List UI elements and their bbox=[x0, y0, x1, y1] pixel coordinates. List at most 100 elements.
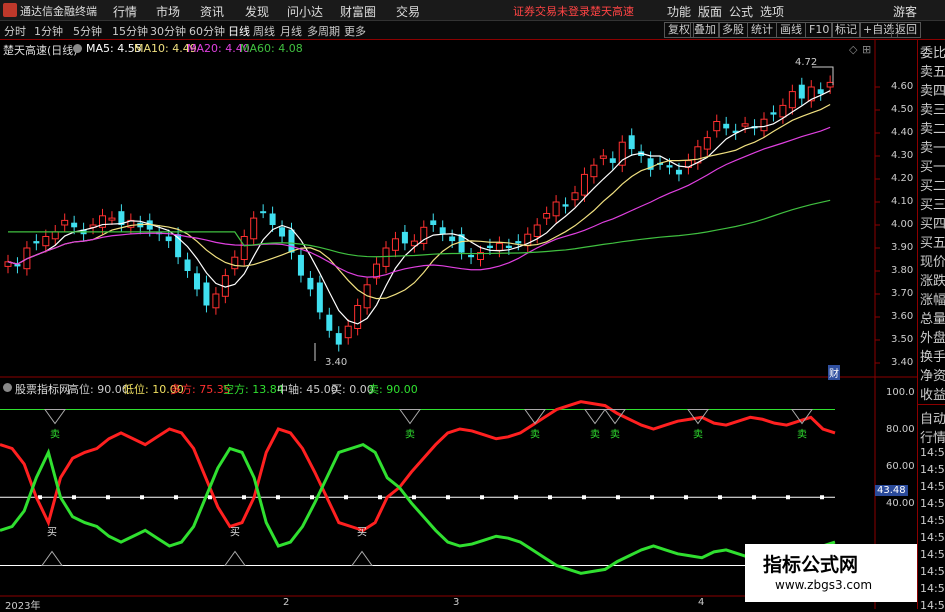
candle-body bbox=[817, 89, 824, 94]
candle-body bbox=[71, 222, 78, 228]
menu-trade[interactable]: 交易 bbox=[396, 3, 420, 20]
candle-body bbox=[269, 213, 276, 225]
tab-15min[interactable]: 15分钟 bbox=[112, 23, 148, 39]
sell-signal-triangle bbox=[44, 409, 66, 425]
candle-body bbox=[260, 211, 267, 214]
rp-item: 买二 bbox=[920, 179, 945, 194]
candle-body bbox=[798, 84, 805, 99]
menu-market[interactable]: 市场 bbox=[156, 3, 180, 20]
multi-stock-button[interactable]: 多股 bbox=[718, 22, 748, 38]
price-tick: 4.40 bbox=[891, 127, 914, 138]
rp-item: 现价 bbox=[920, 255, 945, 270]
menu-quotes[interactable]: 行情 bbox=[113, 3, 137, 20]
candle-body bbox=[533, 224, 541, 237]
watermark-banner: 指标公式网 www.zbgs3.com bbox=[745, 544, 917, 602]
mid-dot bbox=[684, 495, 688, 500]
tab-weekly[interactable]: 周线 bbox=[253, 23, 275, 39]
price-tick: 3.50 bbox=[891, 334, 914, 345]
login-warning[interactable]: 证券交易未登录 bbox=[513, 3, 590, 19]
candle-body bbox=[401, 231, 408, 244]
price-tick: 3.80 bbox=[891, 265, 914, 276]
rp-item: 外盘 bbox=[920, 331, 945, 346]
candle-body bbox=[439, 227, 446, 235]
buy-signal-triangle bbox=[224, 550, 246, 566]
rp-item: 换手 bbox=[920, 350, 945, 365]
candle-body bbox=[770, 112, 777, 115]
rp-item: 买五 bbox=[920, 236, 945, 251]
kline-chart[interactable]: 卖卖卖卖卖卖卖买买买 bbox=[0, 40, 917, 609]
candle-body bbox=[288, 229, 295, 253]
tick-time: 14:50 bbox=[920, 463, 945, 476]
price-tick: 4.00 bbox=[891, 219, 914, 230]
candle-body bbox=[344, 325, 352, 339]
guest-label[interactable]: 游客 bbox=[893, 3, 917, 20]
tab-5min[interactable]: 5分钟 bbox=[73, 23, 102, 39]
tab-1min[interactable]: 1分钟 bbox=[34, 23, 63, 39]
quote-tab[interactable]: 行情 bbox=[920, 427, 945, 446]
sell-signal-label: 卖 bbox=[590, 429, 600, 441]
candle-body bbox=[165, 236, 172, 242]
mid-dot bbox=[650, 495, 654, 500]
tick-time: 14:50 bbox=[920, 548, 945, 561]
title-bar: 通达信金融终端 行情 市场 资讯 发现 问小达 财富圈 交易 证券交易未登录 楚… bbox=[0, 0, 945, 21]
candle-body bbox=[628, 135, 635, 150]
menu-options[interactable]: 选项 bbox=[760, 3, 784, 20]
menu-discover[interactable]: 发现 bbox=[245, 3, 269, 20]
menu-layout[interactable]: 版面 bbox=[698, 3, 722, 20]
rp-item: 买一 bbox=[920, 160, 945, 175]
candle-body bbox=[203, 282, 210, 306]
menu-news[interactable]: 资讯 bbox=[200, 3, 224, 20]
sell-signal-triangle bbox=[399, 409, 421, 425]
tick-time: 14:50 bbox=[920, 446, 945, 459]
sell-signal-label: 卖 bbox=[693, 429, 703, 441]
tab-multi[interactable]: 多周期 bbox=[307, 23, 340, 39]
rp-item: 买三 bbox=[920, 198, 945, 213]
f10-button[interactable]: F10 bbox=[805, 22, 834, 38]
x-tick: 2023年 bbox=[5, 601, 41, 612]
back-button[interactable]: 返回 bbox=[891, 22, 921, 38]
candle-body bbox=[788, 91, 796, 109]
finance-badge[interactable]: 财 bbox=[828, 365, 840, 380]
menu-function[interactable]: 功能 bbox=[667, 3, 691, 20]
price-tick: 3.70 bbox=[891, 288, 914, 299]
tab-daily[interactable]: 日线 bbox=[228, 23, 250, 39]
app-logo bbox=[3, 3, 17, 17]
mid-dot bbox=[174, 495, 178, 500]
watermark-url: www.zbgs3.com bbox=[775, 578, 873, 592]
ind-tick: 40.00 bbox=[886, 498, 915, 509]
tick-time: 14:50 bbox=[920, 531, 945, 544]
stats-button[interactable]: 统计 bbox=[747, 22, 777, 38]
menu-wealth[interactable]: 财富圈 bbox=[340, 3, 376, 20]
candle-body bbox=[580, 173, 588, 196]
mid-dot bbox=[208, 495, 212, 500]
mid-dot bbox=[276, 495, 280, 500]
tab-30min[interactable]: 30分钟 bbox=[150, 23, 186, 39]
candle-body bbox=[666, 165, 673, 168]
rp-item: 收益 bbox=[920, 388, 945, 403]
rp-item: 卖五 bbox=[920, 65, 945, 80]
auto-quote-tab[interactable]: 自动 bbox=[920, 408, 945, 427]
menu-formula[interactable]: 公式 bbox=[729, 3, 753, 20]
menu-ask[interactable]: 问小达 bbox=[287, 3, 323, 20]
candle-body bbox=[562, 204, 569, 207]
mark-button[interactable]: 标记 bbox=[831, 22, 861, 38]
tab-60min[interactable]: 60分钟 bbox=[189, 23, 225, 39]
tab-more[interactable]: 更多 bbox=[344, 23, 366, 39]
tab-monthly[interactable]: 月线 bbox=[280, 23, 302, 39]
stock-hint: 楚天高速 bbox=[590, 5, 634, 18]
overlay-button[interactable]: 叠加 bbox=[690, 22, 720, 38]
candle-body bbox=[675, 169, 682, 175]
candle-body bbox=[297, 254, 304, 276]
candle-body bbox=[543, 213, 551, 219]
buy-signal-label: 买 bbox=[47, 527, 57, 539]
rp-item: 涨跌 bbox=[920, 274, 945, 289]
mid-dot bbox=[310, 495, 314, 500]
mid-dot bbox=[616, 495, 620, 500]
mid-dot bbox=[140, 495, 144, 500]
candle-body bbox=[571, 192, 579, 201]
low-price-label: 3.40 bbox=[325, 357, 348, 368]
tab-intraday[interactable]: 分时 bbox=[4, 23, 26, 39]
candle-body bbox=[279, 227, 286, 237]
draw-button[interactable]: 画线 bbox=[776, 22, 806, 38]
candle-body bbox=[703, 137, 711, 150]
